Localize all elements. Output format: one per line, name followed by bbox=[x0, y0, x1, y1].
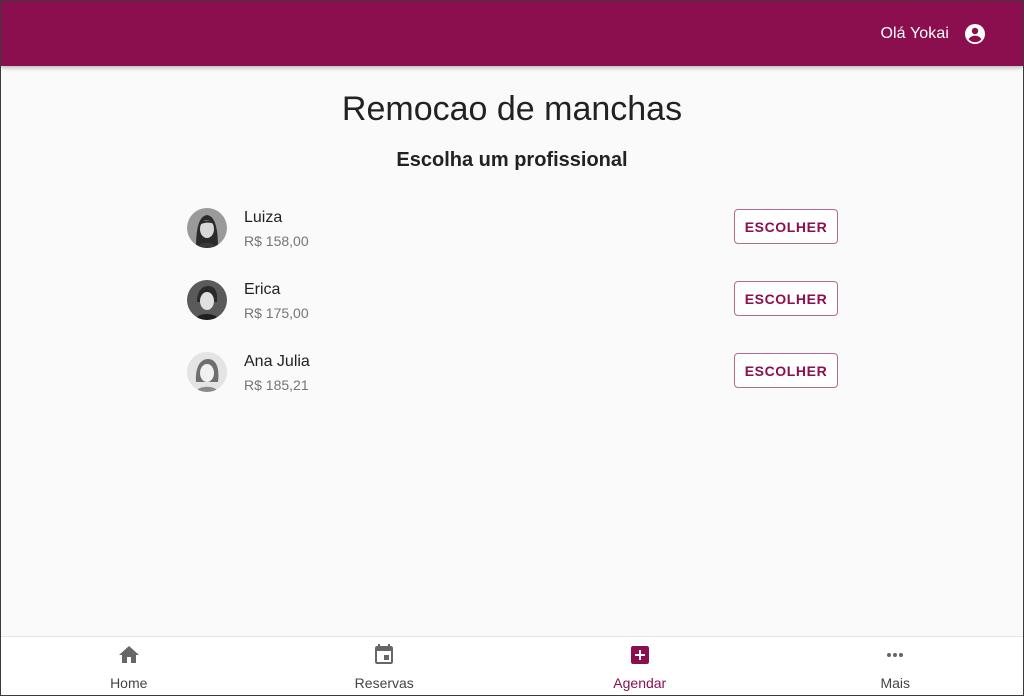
professional-list: Luiza R$ 158,00 ESCOLHER Erica R$ 175,00… bbox=[187, 203, 839, 419]
calendar-icon bbox=[372, 643, 396, 667]
list-item: Luiza R$ 158,00 ESCOLHER bbox=[187, 203, 839, 275]
choose-professional-button[interactable]: ESCOLHER bbox=[734, 209, 838, 244]
list-item: Erica R$ 175,00 ESCOLHER bbox=[187, 275, 839, 347]
main-content: Remocao de manchas Escolha um profission… bbox=[1, 66, 1023, 636]
professional-name: Ana Julia bbox=[244, 353, 310, 370]
nav-label: Home bbox=[110, 675, 148, 691]
page-subtitle: Escolha um profissional bbox=[396, 149, 628, 171]
user-greeting: Olá Yokai bbox=[880, 24, 949, 42]
nav-item-home[interactable]: Home bbox=[1, 637, 257, 695]
nav-item-agendar[interactable]: Agendar bbox=[512, 637, 768, 695]
app-window: Olá Yokai Remocao de manchas Escolha um … bbox=[0, 0, 1024, 696]
account-circle-icon[interactable] bbox=[963, 22, 987, 46]
nav-label: Mais bbox=[880, 675, 911, 691]
list-item: Ana Julia R$ 185,21 ESCOLHER bbox=[187, 347, 839, 419]
page-title: Remocao de manchas bbox=[341, 90, 683, 128]
choose-professional-button[interactable]: ESCOLHER bbox=[734, 353, 838, 388]
bottom-navigation: Home Reservas Agendar Mais bbox=[1, 636, 1024, 695]
nav-item-reservas[interactable]: Reservas bbox=[257, 637, 513, 695]
professional-price: R$ 185,21 bbox=[244, 377, 309, 393]
professional-price: R$ 158,00 bbox=[244, 233, 309, 249]
top-app-bar: Olá Yokai bbox=[1, 1, 1023, 66]
more-horizontal-icon bbox=[883, 643, 907, 667]
professional-name: Erica bbox=[244, 281, 281, 298]
avatar bbox=[187, 280, 227, 320]
home-icon bbox=[117, 643, 141, 667]
professional-price: R$ 175,00 bbox=[244, 305, 309, 321]
avatar bbox=[187, 352, 227, 392]
nav-label: Agendar bbox=[613, 675, 667, 691]
avatar bbox=[187, 208, 227, 248]
nav-label: Reservas bbox=[354, 675, 414, 691]
nav-item-mais[interactable]: Mais bbox=[768, 637, 1024, 695]
choose-professional-button[interactable]: ESCOLHER bbox=[734, 281, 838, 316]
professional-name: Luiza bbox=[244, 209, 283, 226]
add-box-icon bbox=[628, 643, 652, 667]
